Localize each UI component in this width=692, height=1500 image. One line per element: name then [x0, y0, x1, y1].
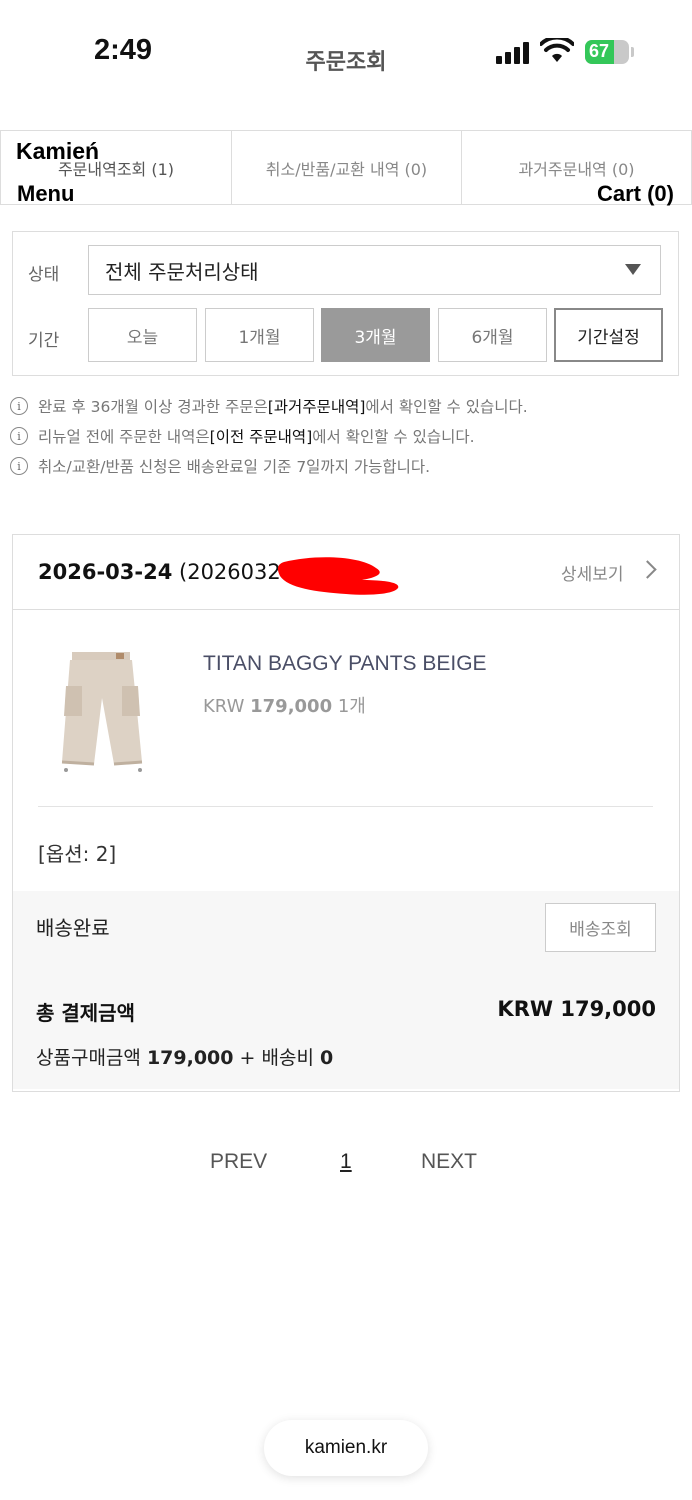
menu-button[interactable]: Menu: [17, 181, 74, 207]
wifi-icon: [540, 38, 574, 62]
period-filter-label: 기간: [28, 331, 60, 351]
cart-button[interactable]: Cart (0): [597, 181, 674, 207]
total-amount: KRW 179,000: [497, 997, 656, 1021]
product-thumbnail[interactable]: [54, 646, 150, 774]
brand-logo[interactable]: Kamień: [16, 138, 99, 165]
status-filter-label: 상태: [28, 265, 60, 285]
product-price: KRW 179,000 1개: [203, 692, 366, 718]
product-option: [옵션: 2]: [38, 842, 117, 866]
chevron-down-icon: [625, 264, 641, 275]
price-breakdown: 상품구매금액 179,000 + 배송비 0: [36, 1047, 334, 1069]
product-quantity: 1개: [337, 696, 366, 717]
notice-previous-orders: i 리뉴얼 전에 주문한 내역은 [이전 주문내역] 에서 확인할 수 있습니다.: [10, 425, 475, 447]
period-3month-button[interactable]: 3개월: [321, 308, 430, 362]
battery-level: 67: [589, 41, 610, 61]
past-orders-link[interactable]: [과거주문내역]: [268, 395, 366, 417]
price-value: 179,000: [250, 696, 333, 717]
prev-page-button[interactable]: PREV: [210, 1150, 267, 1174]
page-1-link[interactable]: 1: [340, 1150, 352, 1174]
order-tabs: 주문내역조회 (1) 취소/반품/교환 내역 (0) 과거주문내역 (0): [0, 130, 692, 206]
order-id: 2026-03-24 (20260324-0: [38, 560, 315, 584]
price-currency: KRW: [203, 696, 245, 717]
next-page-button[interactable]: NEXT: [421, 1150, 477, 1174]
status-select[interactable]: 전체 주문처리상태: [88, 245, 661, 295]
notice-return-policy: i 취소/교환/반품 신청은 배송완료일 기준 7일까지 가능합니다.: [10, 455, 430, 477]
tab-cancel-return[interactable]: 취소/반품/교환 내역 (0): [231, 131, 462, 205]
previous-orders-link[interactable]: [이전 주문내역]: [210, 425, 313, 447]
divider: [38, 806, 653, 807]
period-6month-button[interactable]: 6개월: [438, 308, 547, 362]
order-detail-link[interactable]: 상세보기: [561, 560, 624, 585]
shipping-status: 배송완료: [36, 916, 110, 940]
order-date: 2026-03-24: [38, 560, 173, 584]
period-today-button[interactable]: 오늘: [88, 308, 197, 362]
period-custom-button[interactable]: 기간설정: [554, 308, 663, 362]
divider: [13, 609, 679, 610]
info-icon: i: [10, 457, 28, 475]
track-shipment-button[interactable]: 배송조회: [545, 903, 656, 952]
battery-tip: [631, 47, 634, 57]
product-name[interactable]: TITAN BAGGY PANTS BEIGE: [203, 652, 487, 676]
info-icon: i: [10, 427, 28, 445]
battery-icon: 67: [585, 40, 629, 64]
period-1month-button[interactable]: 1개월: [205, 308, 314, 362]
signal-icon: [496, 40, 532, 64]
url-bar[interactable]: kamien.kr: [264, 1420, 428, 1476]
notice-past-orders: i 완료 후 36개월 이상 경과한 주문은 [과거주문내역] 에서 확인할 수 …: [10, 395, 528, 417]
redaction-mark: [277, 557, 399, 595]
total-label: 총 결제금액: [36, 1001, 135, 1025]
info-icon: i: [10, 397, 28, 415]
